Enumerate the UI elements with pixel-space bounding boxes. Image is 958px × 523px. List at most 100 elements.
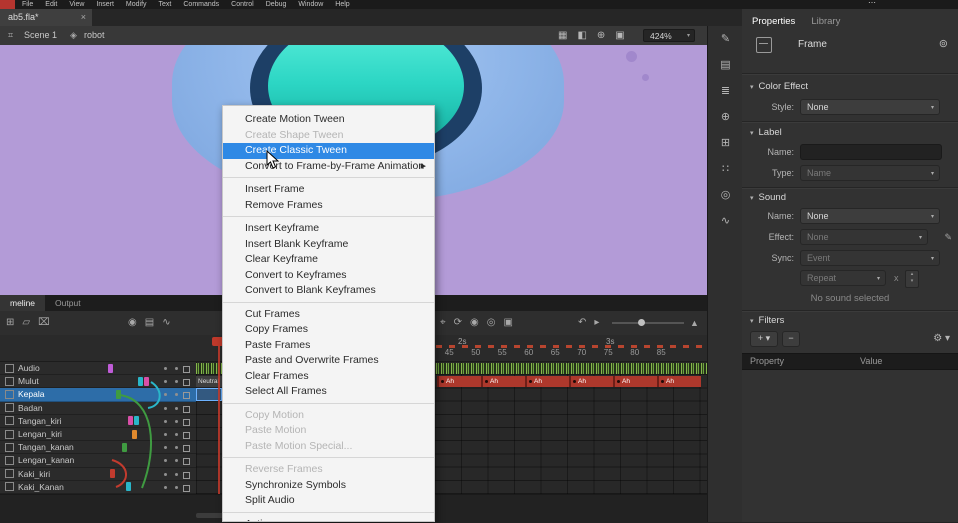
context-menu-item[interactable]: Select All Frames ▶ [223, 384, 434, 404]
layer-visibility-dot[interactable] [164, 367, 167, 370]
toolbar-icon[interactable]: ↶ [578, 311, 586, 335]
layer-visibility-dot[interactable] [164, 393, 167, 396]
menubar-item[interactable]: View [69, 0, 84, 9]
panel-tab[interactable]: Library [811, 15, 840, 29]
panel-tab[interactable]: Properties [752, 15, 795, 29]
context-menu-item[interactable]: Convert to Blank Keyframes ▶ [223, 283, 434, 303]
menubar-item[interactable]: Commands [183, 0, 219, 9]
edit-bar-icon[interactable]: ▣ [615, 26, 624, 45]
dock-panel-icon[interactable]: ∿ [708, 208, 743, 234]
layer-lock-dot[interactable] [175, 459, 178, 462]
layer-outline-color[interactable] [183, 445, 190, 452]
mouth-frame-segment[interactable]: Ah [569, 376, 613, 387]
layer-visibility-dot[interactable] [164, 407, 167, 410]
zoom-fit-icon[interactable]: ▲ [690, 311, 699, 335]
toolbar-icon[interactable]: ▸ [594, 311, 599, 335]
layer-row[interactable]: Badan [0, 402, 196, 415]
layer-lock-dot[interactable] [175, 446, 178, 449]
menubar-item[interactable]: Edit [45, 0, 57, 9]
layer-lock-dot[interactable] [175, 473, 178, 476]
layer-row[interactable]: Kaki_kiri [0, 468, 196, 481]
layer-outline-color[interactable] [183, 432, 190, 439]
layer-visibility-dot[interactable] [164, 473, 167, 476]
context-menu-item[interactable]: Create Classic Tween ▶ [223, 143, 434, 159]
layer-lock-dot[interactable] [175, 420, 178, 423]
layer-row[interactable]: Audio [0, 362, 196, 375]
toolbar-icon[interactable]: ▤ [145, 311, 154, 335]
layer-visibility-dot[interactable] [164, 486, 167, 489]
style-select[interactable]: None ▾ [800, 99, 940, 115]
context-menu-item[interactable]: Paste Motion Special... ▶ [223, 439, 434, 459]
edit-bar-icon[interactable]: ◧ [577, 26, 586, 45]
section-label[interactable]: ▾Label [750, 127, 782, 138]
dock-panel-icon[interactable]: ✎ [708, 26, 743, 52]
breadcrumb-scene[interactable]: Scene 1 [24, 26, 57, 45]
context-menu-item[interactable]: Paste Motion ▶ [223, 423, 434, 439]
dock-panel-icon[interactable]: ⊞ [708, 130, 743, 156]
context-menu-item[interactable]: Copy Motion ▶ [223, 408, 434, 424]
layer-lock-dot[interactable] [175, 433, 178, 436]
layer-row[interactable]: Lengan_kanan [0, 454, 196, 467]
mouth-frame-segment[interactable]: Ah [481, 376, 525, 387]
layer-row[interactable]: Tangan_kanan [0, 441, 196, 454]
layer-row[interactable]: Kaki_Kanan [0, 481, 196, 494]
dock-panel-icon[interactable]: ◎ [708, 182, 743, 208]
label-name-input[interactable] [800, 144, 942, 160]
toolbar-icon[interactable]: ◉ [128, 311, 137, 335]
context-menu-item[interactable]: Copy Frames ▶ [223, 322, 434, 338]
context-menu-item[interactable]: Insert Keyframe ▶ [223, 221, 434, 237]
context-menu-item[interactable]: Remove Frames ▶ [223, 198, 434, 218]
panel-options-icon[interactable]: ⊚ [939, 37, 948, 50]
layer-row[interactable]: Mulut [0, 375, 196, 388]
toolbar-icon[interactable]: ⌧ [38, 311, 50, 335]
menubar-item[interactable]: Help [335, 0, 349, 9]
layer-visibility-dot[interactable] [164, 446, 167, 449]
remove-filter-button[interactable]: − [782, 331, 800, 347]
context-menu-item[interactable]: Insert Frame ▶ [223, 182, 434, 198]
layer-outline-color[interactable] [183, 392, 190, 399]
context-menu-item[interactable]: Paste and Overwrite Frames ▶ [223, 353, 434, 369]
dock-panel-icon[interactable]: ⊕ [708, 104, 743, 130]
menubar-item[interactable]: Insert [96, 0, 114, 9]
menubar-item[interactable]: Control [231, 0, 254, 9]
layer-lock-dot[interactable] [175, 367, 178, 370]
sound-name-select[interactable]: None ▾ [800, 208, 940, 224]
layer-row[interactable]: Tangan_kiri [0, 415, 196, 428]
mouth-frame-segment[interactable]: Ah [613, 376, 657, 387]
dock-panel-icon[interactable]: ▤ [708, 52, 743, 78]
mouth-frame-segment[interactable]: Ah [657, 376, 701, 387]
menubar-overflow-icon[interactable]: ⋯ [868, 0, 876, 7]
context-menu-item[interactable]: Split Audio ▶ [223, 493, 434, 513]
mouth-frame-segment[interactable]: Ah [525, 376, 569, 387]
context-menu-item[interactable]: Clear Keyframe ▶ [223, 252, 434, 268]
layer-outline-color[interactable] [183, 379, 190, 386]
layer-lock-dot[interactable] [175, 486, 178, 489]
layer-lock-dot[interactable] [175, 407, 178, 410]
layer-outline-color[interactable] [183, 366, 190, 373]
edit-bar-icon[interactable]: ▦ [558, 26, 567, 45]
context-menu-item[interactable]: Create Shape Tween ▶ [223, 128, 434, 144]
layer-outline-color[interactable] [183, 406, 190, 413]
toolbar-icon[interactable]: ∿ [162, 311, 170, 335]
toolbar-icon[interactable]: ⊞ [6, 311, 14, 335]
dock-panel-icon[interactable]: ≣ [708, 78, 743, 104]
layer-outline-color[interactable] [183, 485, 190, 492]
edit-effect-icon[interactable]: ✎ [944, 229, 952, 245]
menubar-item[interactable]: File [22, 0, 33, 9]
toolbar-icon[interactable]: ▱ [22, 311, 30, 335]
section-filters[interactable]: ▾Filters [750, 315, 784, 326]
layer-outline-color[interactable] [183, 419, 190, 426]
timeline-tab[interactable]: Output [45, 295, 91, 311]
layer-visibility-dot[interactable] [164, 433, 167, 436]
toolbar-icon[interactable]: ⌖ [440, 311, 446, 335]
zoom-select[interactable]: 424% ▾ [643, 29, 695, 42]
context-menu-item[interactable]: Convert to Frame-by-Frame Animation ▶ [223, 159, 434, 179]
layer-lock-dot[interactable] [175, 393, 178, 396]
context-menu-item[interactable]: Convert to Keyframes ▶ [223, 268, 434, 284]
timeline-zoom-slider[interactable] [612, 322, 684, 324]
layer-row[interactable]: Lengan_kiri [0, 428, 196, 441]
context-menu-item[interactable]: Reverse Frames ▶ [223, 462, 434, 478]
dock-panel-icon[interactable]: ∷ [708, 156, 743, 182]
context-menu-item[interactable]: Clear Frames ▶ [223, 369, 434, 385]
timeline-tab[interactable]: meline [0, 295, 45, 311]
